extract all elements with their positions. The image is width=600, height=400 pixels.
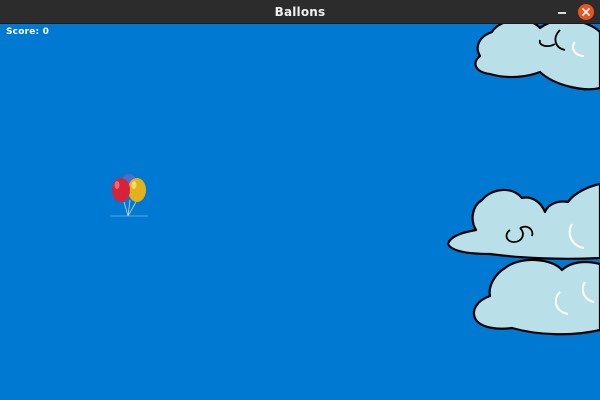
game-scene [110, 24, 600, 336]
close-icon [582, 8, 590, 16]
cloud-middle-right [446, 182, 600, 260]
score-label: Score: 0 [6, 27, 50, 37]
game-canvas[interactable]: Score: 0 [0, 24, 600, 400]
cloud-top-right [474, 24, 600, 91]
balloon-red[interactable] [112, 178, 130, 202]
balloon-yellow[interactable] [128, 178, 146, 202]
title-bar[interactable]: Ballons [0, 0, 600, 24]
minimize-button[interactable] [554, 4, 570, 20]
minimize-icon [558, 12, 566, 14]
cloud-bottom-right [472, 258, 600, 336]
close-button[interactable] [578, 4, 594, 20]
window-title: Ballons [274, 4, 326, 19]
balloon-cluster[interactable] [110, 174, 148, 217]
game-window: Ballons Score: 0 [0, 0, 600, 400]
